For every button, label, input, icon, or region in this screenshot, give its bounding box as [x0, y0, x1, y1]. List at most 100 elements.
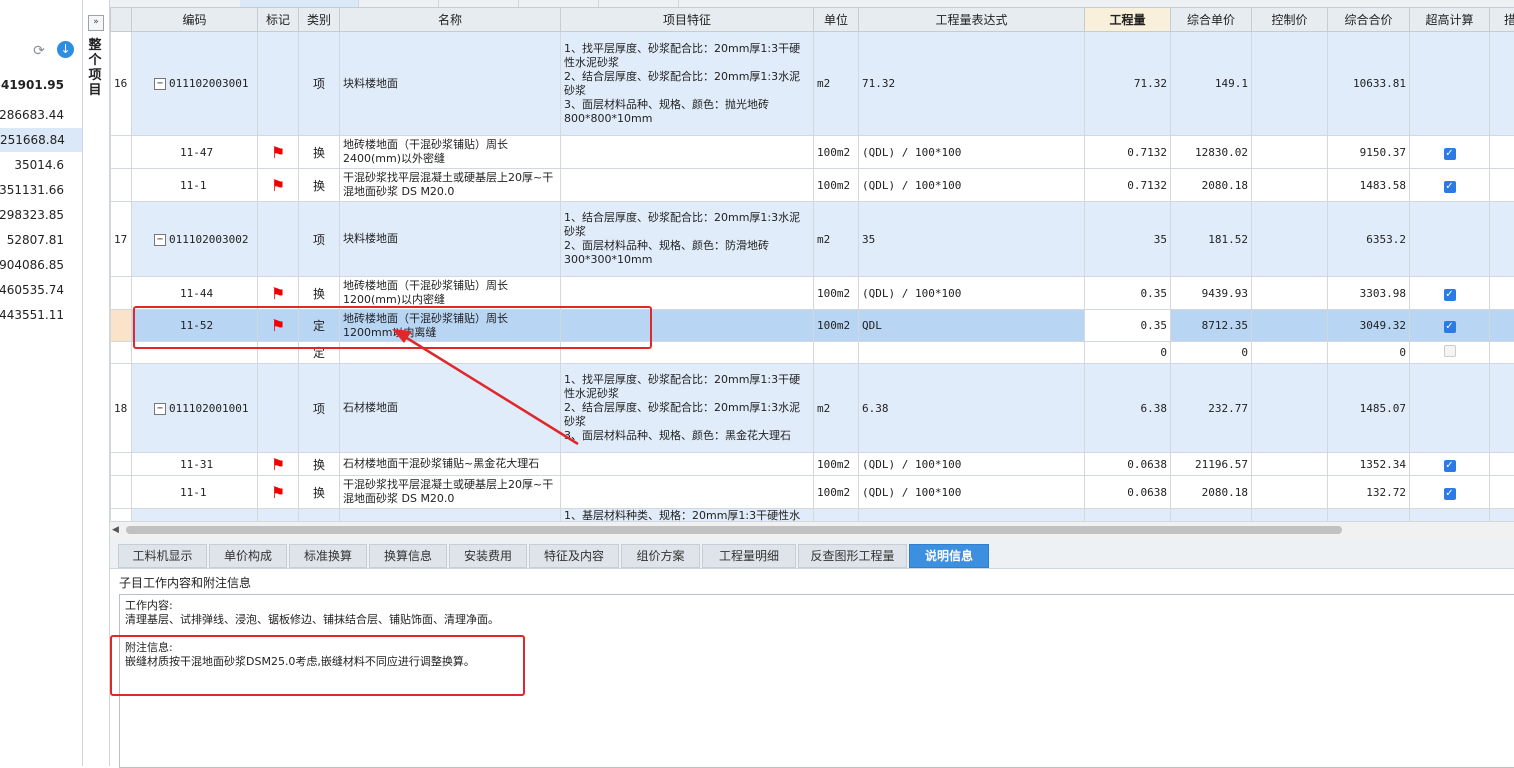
total-price-cell[interactable]: 1483.58 — [1328, 169, 1410, 202]
quantity-cell[interactable]: 0.35 — [1085, 310, 1171, 342]
table-row[interactable]: 1、基层材料种类、规格：20mm厚1:3干硬性水 — [111, 509, 1514, 522]
overheight-cell[interactable]: ✓ — [1410, 277, 1490, 310]
left-value-item[interactable]: 286683.44 — [0, 103, 64, 127]
bill-grid[interactable]: 编码 标记 类别 名称 项目特征 单位 工程量表达式 工程量 综合单价 控制价 … — [110, 7, 1514, 521]
type-cell[interactable]: 换 — [299, 453, 340, 476]
table-row[interactable]: 17−011102003002项块料楼地面1、结合层厚度、砂浆配合比：20mm厚… — [111, 202, 1514, 277]
code-cell[interactable]: −011102001001 — [132, 364, 258, 453]
total-price-cell[interactable]: 3303.98 — [1328, 277, 1410, 310]
code-cell[interactable]: 11-1 — [132, 476, 258, 509]
code-cell[interactable]: 11-1 — [132, 169, 258, 202]
code-cell[interactable]: −011102003002 — [132, 202, 258, 277]
control-price-cell[interactable] — [1252, 310, 1328, 342]
overheight-cell[interactable]: ✓ — [1410, 310, 1490, 342]
quantity-cell[interactable]: 0.7132 — [1085, 169, 1171, 202]
control-price-cell[interactable] — [1252, 453, 1328, 476]
name-cell[interactable]: 块料楼地面 — [340, 202, 561, 277]
mark-cell[interactable]: ⚑ — [258, 277, 299, 310]
scroll-left-icon[interactable]: ◀ — [112, 525, 119, 535]
extra-cell[interactable] — [1490, 277, 1514, 310]
header-extra[interactable]: 措 — [1490, 8, 1514, 32]
row-number-cell[interactable] — [111, 476, 132, 509]
tab-4[interactable]: 换算信息 — [369, 544, 447, 568]
collapse-toggle-icon[interactable]: − — [154, 234, 166, 246]
left-value-item[interactable]: 35014.6 — [0, 153, 64, 177]
code-cell[interactable] — [132, 509, 258, 522]
unit-cell[interactable]: 100m2 — [814, 136, 859, 169]
table-row[interactable]: 11-31⚑换石材楼地面干混砂浆铺贴~黑金花大理石100m2(QDL) / 10… — [111, 453, 1514, 476]
name-cell[interactable]: 地砖楼地面（干混砂浆铺贴）周长1200(mm)以内密缝 — [340, 277, 561, 310]
header-control-price[interactable]: 控制价 — [1252, 8, 1328, 32]
name-cell[interactable] — [340, 509, 561, 522]
header-overheight[interactable]: 超高计算 — [1410, 8, 1490, 32]
header-type[interactable]: 类别 — [299, 8, 340, 32]
mark-cell[interactable] — [258, 364, 299, 453]
row-number-cell[interactable] — [111, 453, 132, 476]
overheight-cell[interactable]: ✓ — [1410, 136, 1490, 169]
total-price-cell[interactable] — [1328, 509, 1410, 522]
row-number-cell[interactable] — [111, 169, 132, 202]
extra-cell[interactable] — [1490, 342, 1514, 364]
unit-price-cell[interactable] — [1171, 509, 1252, 522]
features-cell[interactable] — [561, 453, 814, 476]
total-price-cell[interactable]: 10633.81 — [1328, 32, 1410, 136]
mark-cell[interactable]: ⚑ — [258, 476, 299, 509]
type-cell[interactable]: 换 — [299, 476, 340, 509]
expression-cell[interactable]: (QDL) / 100*100 — [859, 136, 1085, 169]
tab-9[interactable]: 反查图形工程量 — [798, 544, 907, 568]
quantity-cell[interactable]: 0.7132 — [1085, 136, 1171, 169]
extra-cell[interactable] — [1490, 136, 1514, 169]
checkbox-icon[interactable]: ✓ — [1444, 289, 1456, 301]
control-price-cell[interactable] — [1252, 32, 1328, 136]
left-value-item[interactable]: 298323.85 — [0, 203, 64, 227]
features-cell[interactable] — [561, 476, 814, 509]
tab-5[interactable]: 安装费用 — [449, 544, 527, 568]
table-row[interactable]: 11-44⚑换地砖楼地面（干混砂浆铺贴）周长1200(mm)以内密缝100m2(… — [111, 277, 1514, 310]
control-price-cell[interactable] — [1252, 364, 1328, 453]
unit-cell[interactable]: m2 — [814, 202, 859, 277]
code-cell[interactable]: −011102003001 — [132, 32, 258, 136]
total-price-cell[interactable]: 6353.2 — [1328, 202, 1410, 277]
collapse-toggle-icon[interactable]: − — [154, 78, 166, 90]
unit-price-cell[interactable]: 21196.57 — [1171, 453, 1252, 476]
control-price-cell[interactable] — [1252, 509, 1328, 522]
header-name[interactable]: 名称 — [340, 8, 561, 32]
checkbox-icon[interactable] — [1444, 345, 1456, 357]
left-value-item[interactable]: 2460535.74 — [0, 278, 64, 302]
total-price-cell[interactable]: 1352.34 — [1328, 453, 1410, 476]
unit-price-cell[interactable]: 0 — [1171, 342, 1252, 364]
tab-10[interactable]: 说明信息 — [909, 544, 989, 568]
header-features[interactable]: 项目特征 — [561, 8, 814, 32]
extra-cell[interactable] — [1490, 476, 1514, 509]
unit-cell[interactable]: m2 — [814, 364, 859, 453]
row-number-cell[interactable] — [111, 310, 132, 342]
control-price-cell[interactable] — [1252, 342, 1328, 364]
type-cell[interactable]: 换 — [299, 136, 340, 169]
expression-cell[interactable]: 71.32 — [859, 32, 1085, 136]
tab-8[interactable]: 工程量明细 — [702, 544, 796, 568]
overheight-cell[interactable] — [1410, 202, 1490, 277]
overheight-cell[interactable]: ✓ — [1410, 476, 1490, 509]
expression-cell[interactable]: 35 — [859, 202, 1085, 277]
total-price-cell[interactable]: 3049.32 — [1328, 310, 1410, 342]
name-cell[interactable]: 地砖楼地面（干混砂浆铺贴）周长2400(mm)以外密缝 — [340, 136, 561, 169]
row-number-cell[interactable]: 16 — [111, 32, 132, 136]
quantity-cell[interactable]: 0.0638 — [1085, 476, 1171, 509]
table-row[interactable]: 18−011102001001项石材楼地面1、找平层厚度、砂浆配合比：20mm厚… — [111, 364, 1514, 453]
expression-cell[interactable]: QDL — [859, 310, 1085, 342]
type-cell[interactable] — [299, 509, 340, 522]
header-mark[interactable]: 标记 — [258, 8, 299, 32]
extra-cell[interactable] — [1490, 310, 1514, 342]
mark-cell[interactable]: ⚑ — [258, 453, 299, 476]
mark-cell[interactable] — [258, 509, 299, 522]
features-cell[interactable] — [561, 136, 814, 169]
mark-cell[interactable] — [258, 32, 299, 136]
extra-cell[interactable] — [1490, 364, 1514, 453]
overheight-cell[interactable] — [1410, 509, 1490, 522]
checkbox-icon[interactable]: ✓ — [1444, 460, 1456, 472]
code-cell[interactable]: 11-44 — [132, 277, 258, 310]
unit-cell[interactable]: 100m2 — [814, 476, 859, 509]
checkbox-icon[interactable]: ✓ — [1444, 321, 1456, 333]
code-cell[interactable]: 11-31 — [132, 453, 258, 476]
header-quantity[interactable]: 工程量 — [1085, 8, 1171, 32]
